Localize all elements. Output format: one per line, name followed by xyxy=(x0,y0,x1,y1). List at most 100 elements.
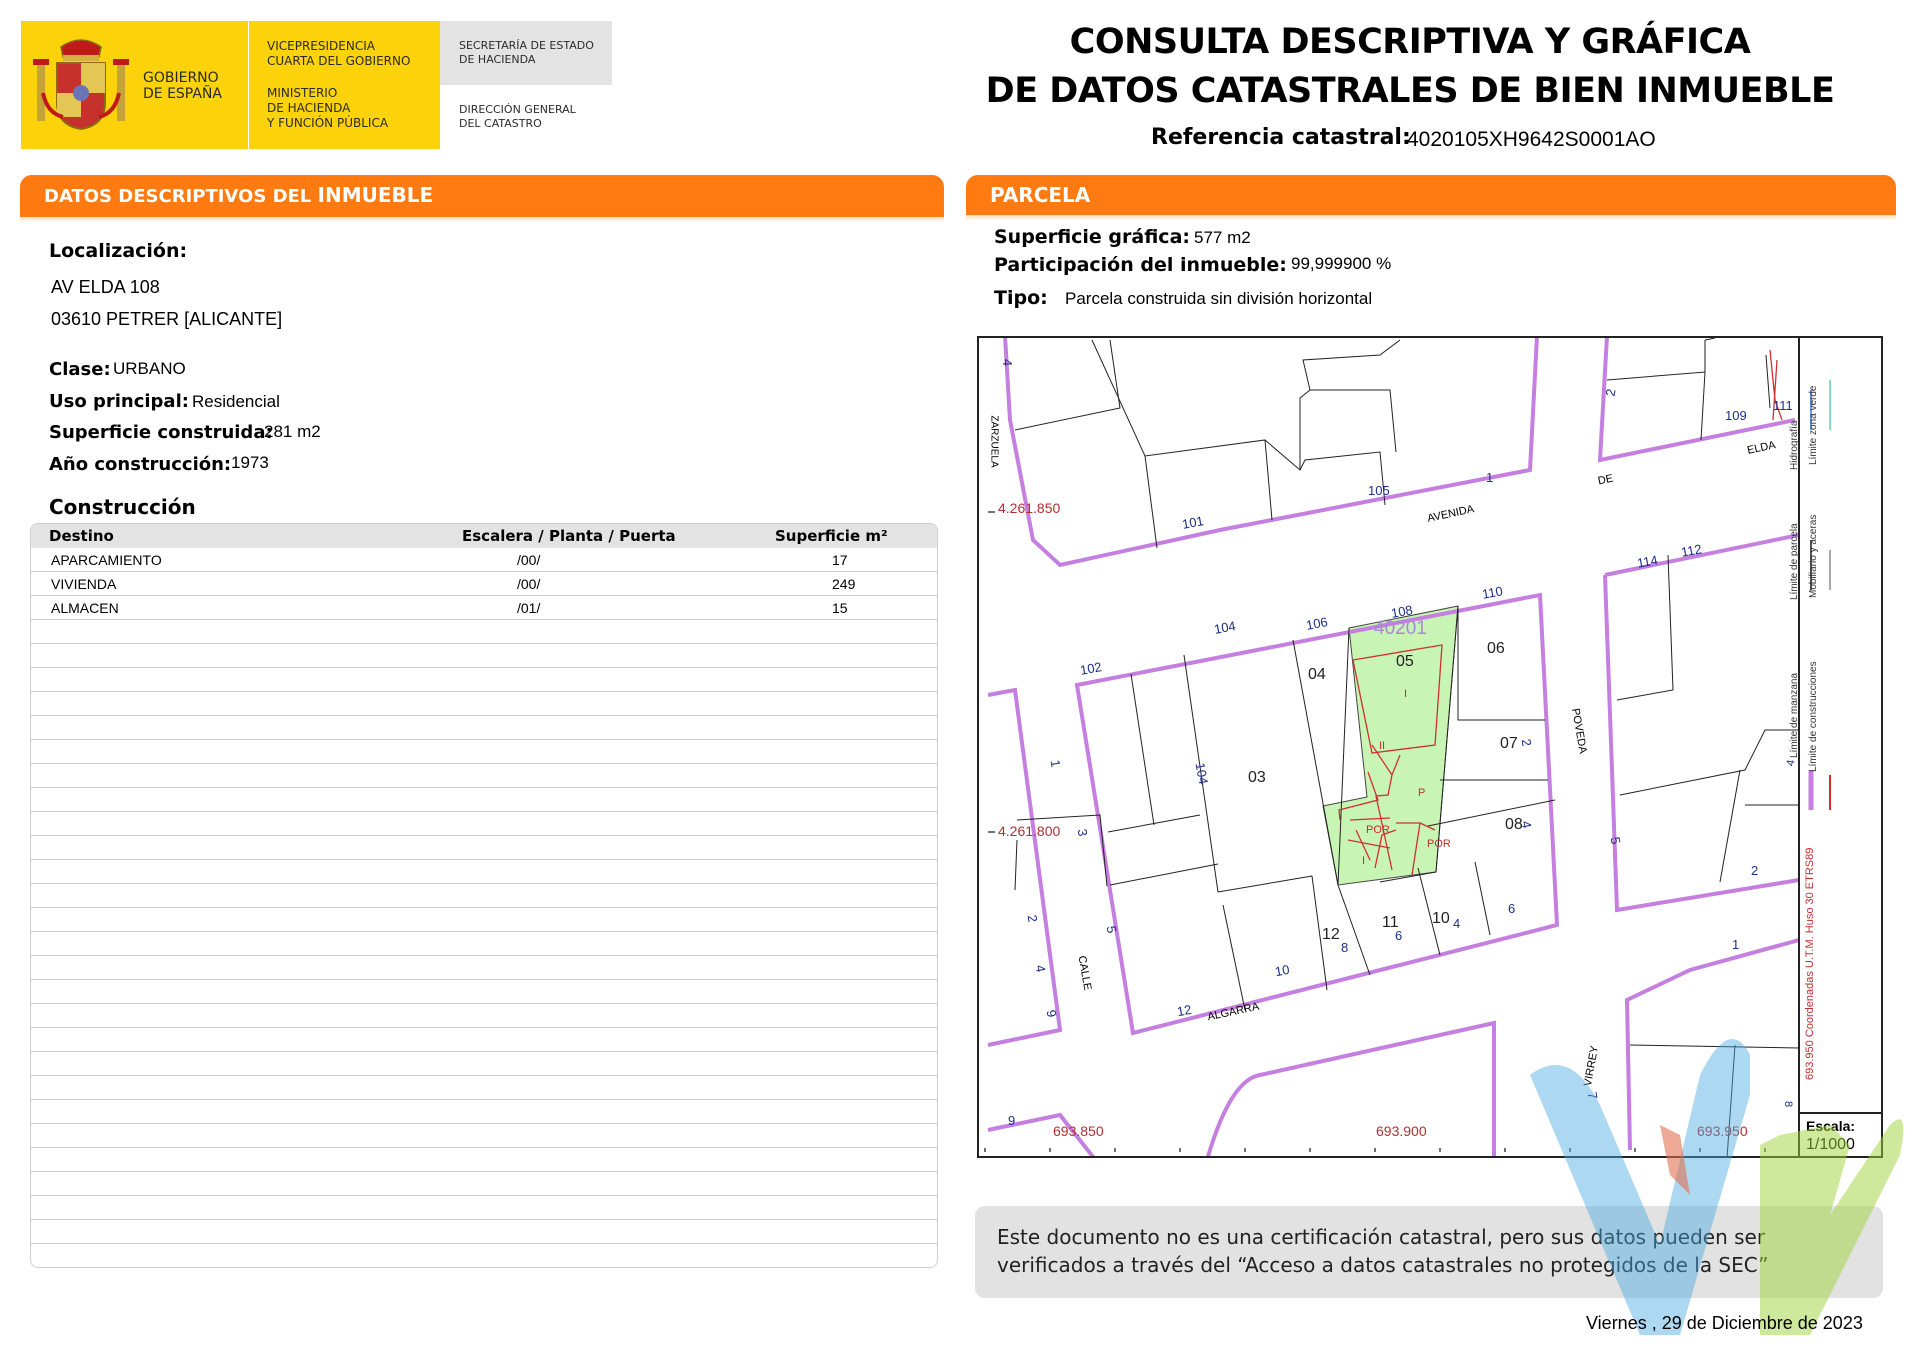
table-row xyxy=(31,668,937,692)
table-row xyxy=(31,716,937,740)
table-row xyxy=(31,1220,937,1244)
parcel-number: 07 xyxy=(1500,735,1518,752)
table-row xyxy=(31,812,937,836)
house-number: 12 xyxy=(1175,1001,1193,1020)
house-number: 101 xyxy=(1180,513,1205,532)
table-row xyxy=(31,764,937,788)
uso-value: Residencial xyxy=(192,392,280,411)
watermark-logo-icon xyxy=(1530,1039,1904,1335)
legend-hidrografia: Hidrografía xyxy=(1789,420,1800,470)
datos-descriptivos-header: DATOS DESCRIPTIVOS DEL INMUEBLE xyxy=(20,175,944,223)
header-superficie: Superficie m² xyxy=(775,527,888,545)
tipo-label: Tipo: xyxy=(994,287,1048,309)
construction-label: P xyxy=(1418,787,1426,799)
localizacion-line2: 03610 PETRER [ALICANTE] xyxy=(51,309,283,329)
construccion-title: Construcción xyxy=(49,495,196,519)
superficie-label: Superficie construida: xyxy=(49,422,273,443)
table-row xyxy=(31,1004,937,1028)
vicepresidencia-text: VICEPRESIDENCIA CUARTA DEL GOBIERNO xyxy=(267,39,411,68)
parcel-number: 11 xyxy=(1382,914,1399,931)
table-body: APARCAMIENTO/00/17 VIVIENDA/00/249 ALMACEN… xyxy=(31,548,937,1267)
parcel-number: 05 xyxy=(1396,653,1414,670)
document-date: Viernes , 29 de Diciembre de 2023 xyxy=(1586,1313,1863,1333)
table-row xyxy=(31,1124,937,1148)
table-row xyxy=(31,1244,937,1267)
construction-label: POR xyxy=(1427,838,1451,850)
table-row xyxy=(31,1052,937,1076)
anio-label: Año construcción: xyxy=(49,454,232,475)
parcel-number: 06 xyxy=(1487,640,1505,657)
house-number: 102 xyxy=(1078,659,1103,678)
table-row xyxy=(31,1172,937,1196)
house-number: 105 xyxy=(1368,483,1390,498)
table-row xyxy=(31,908,937,932)
logo-divider xyxy=(248,21,249,149)
legend-zona-verde: Límite zona verde xyxy=(1808,385,1819,466)
table-row: VIVIENDA/00/249 xyxy=(31,572,937,596)
house-number: 3 xyxy=(1074,827,1091,838)
table-row xyxy=(31,1196,937,1220)
house-number: 4 xyxy=(1453,916,1461,931)
street-algarra: ALGARRA xyxy=(1206,1000,1261,1024)
secretaria-text: SECRETARÍA DE ESTADO DE HACIENDA xyxy=(459,39,594,66)
parcel-number: 08 xyxy=(1505,816,1523,833)
parcel-number: 04 xyxy=(1308,666,1326,683)
participacion-value: 99,999900 % xyxy=(1291,254,1392,273)
house-number: 114 xyxy=(1635,552,1659,571)
street-de: DE xyxy=(1596,472,1615,488)
cell-escalera: /00/ xyxy=(517,576,541,592)
participacion-label: Participación del inmueble: xyxy=(994,254,1287,276)
construccion-table: Destino Escalera / Planta / Puerta Super… xyxy=(30,523,938,1268)
table-row xyxy=(31,980,937,1004)
ref-value: 4020105XH9642S0001AO xyxy=(1407,128,1656,151)
header-escalera: Escalera / Planta / Puerta xyxy=(462,527,676,545)
coord-y2: 4.261.800 xyxy=(998,823,1061,839)
ministerio-text: MINISTERIO DE HACIENDA Y FUNCIÓN PÚBLICA xyxy=(267,86,389,130)
table-row: APARCAMIENTO/00/17 xyxy=(31,548,937,572)
table-header: Destino Escalera / Planta / Puerta Super… xyxy=(31,524,937,548)
table-row xyxy=(31,1148,937,1172)
house-number: 2 xyxy=(1602,387,1619,398)
house-number: 109 xyxy=(1725,408,1747,423)
cell-superficie: 249 xyxy=(832,576,856,592)
house-number: 6 xyxy=(1508,901,1516,916)
parcela-header: PARCELA xyxy=(966,175,1896,221)
construction-label: II xyxy=(1379,740,1386,752)
construction-label: I xyxy=(1404,688,1408,700)
cell-escalera: /01/ xyxy=(517,600,541,616)
house-number: 4 xyxy=(1032,963,1049,974)
table-row xyxy=(31,956,937,980)
table-row xyxy=(31,860,937,884)
table-row xyxy=(31,740,937,764)
table-row xyxy=(31,836,937,860)
coat-of-arms-icon xyxy=(33,39,129,131)
house-number: 2 xyxy=(1518,737,1535,748)
table-row xyxy=(31,1028,937,1052)
legend-parcela: Límite de parcela xyxy=(1789,523,1800,600)
cell-escalera: /00/ xyxy=(517,552,541,568)
table-row xyxy=(31,1076,937,1100)
street-poveda: POVEDA xyxy=(1569,707,1589,755)
gobierno-text: GOBIERNO DE ESPAÑA xyxy=(143,70,222,102)
street-elda: ELDA xyxy=(1746,439,1777,457)
coord-x1: 693.850 xyxy=(1053,1123,1104,1139)
house-number: 9 xyxy=(1043,1008,1060,1019)
street-zarzuela: ZARZUELA xyxy=(988,415,1000,468)
house-number: 4 xyxy=(1000,358,1016,367)
tipo-value: Parcela construida sin división horizont… xyxy=(1065,289,1373,308)
legend-manzana: Límite de manzana xyxy=(1789,672,1800,758)
table-row xyxy=(31,644,937,668)
ref-label: Referencia catastral: xyxy=(1151,125,1411,150)
parcel-number: 12 xyxy=(1322,926,1340,943)
header-destino: Destino xyxy=(49,527,114,545)
table-row xyxy=(31,1100,937,1124)
house-number: 4 xyxy=(1784,758,1798,768)
clase-value: URBANO xyxy=(113,359,186,378)
cell-destino: ALMACEN xyxy=(51,600,119,616)
document-title: CONSULTA DESCRIPTIVA Y GRÁFICA DE DATOS … xyxy=(985,22,1835,111)
superficie-grafica-value: 577 m2 xyxy=(1194,228,1251,247)
cell-superficie: 15 xyxy=(832,600,848,616)
anio-value: 1973 xyxy=(231,453,269,472)
house-number: 8 xyxy=(1341,940,1349,955)
street-calle: CALLE xyxy=(1075,954,1094,992)
